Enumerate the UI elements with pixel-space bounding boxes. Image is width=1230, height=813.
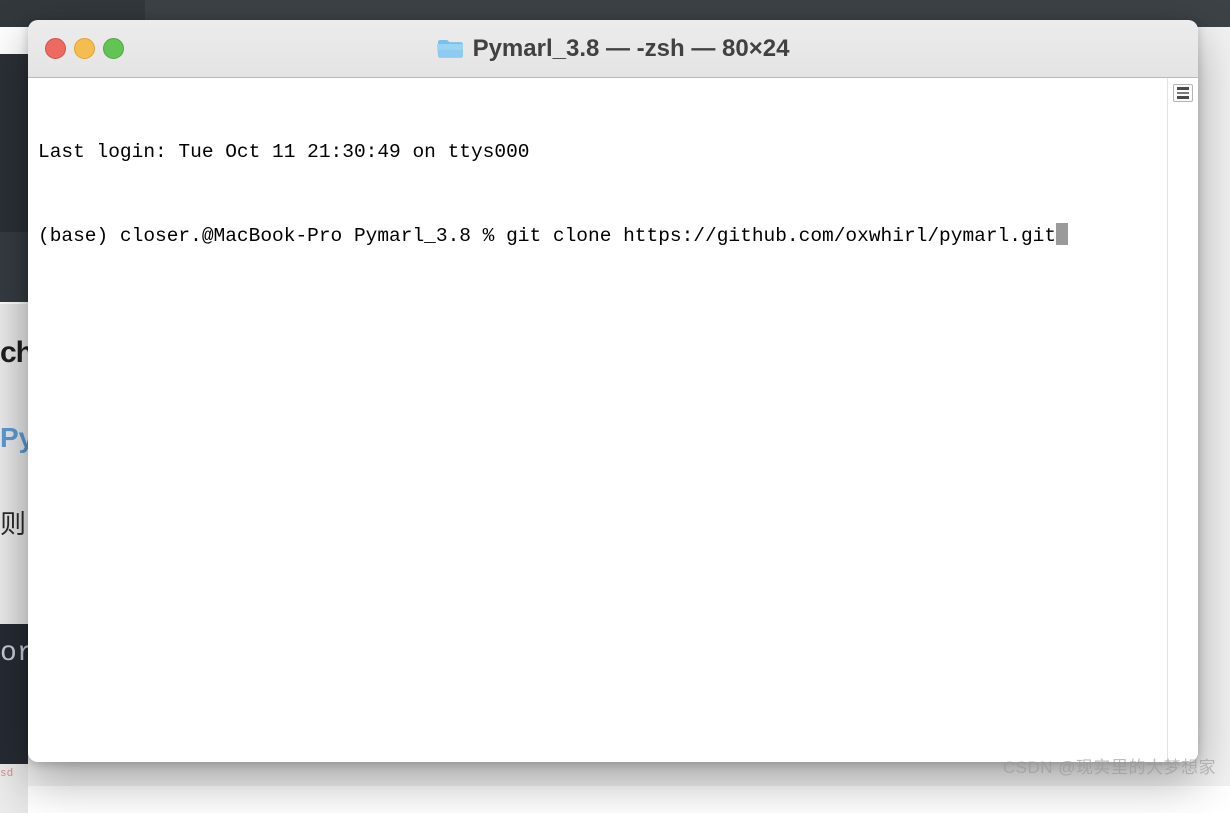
minimize-button[interactable]: [74, 38, 95, 59]
window-title: Pymarl_3.8 — -zsh — 80×24: [473, 35, 790, 63]
terminal-command-text: (base) closer.@MacBook-Pro Pymarl_3.8 % …: [38, 225, 1056, 247]
background-link-fragment[interactable]: Py: [0, 422, 28, 454]
background-left-rail: [0, 27, 28, 786]
scroll-position-marker-icon[interactable]: [1173, 84, 1193, 102]
terminal-text: Last login: Tue Oct 11 21:30:49 on ttys0…: [38, 82, 1164, 306]
scroll-marker-line-top: [1177, 87, 1189, 90]
terminal-line-command-prompt: (base) closer.@MacBook-Pro Pymarl_3.8 % …: [38, 222, 1164, 250]
background-code-text-fragment: or: [0, 638, 28, 669]
terminal-line-last-login: Last login: Tue Oct 11 21:30:49 on ttys0…: [38, 138, 1164, 166]
background-chinese-text-fragment: 则: [0, 504, 28, 541]
maximize-button[interactable]: [103, 38, 124, 59]
window-titlebar[interactable]: Pymarl_3.8 — -zsh — 80×24: [28, 20, 1198, 78]
folder-icon: [437, 38, 463, 59]
window-controls: [45, 38, 124, 59]
close-button[interactable]: [45, 38, 66, 59]
block-cursor: [1056, 223, 1068, 245]
scroll-marker-line-middle: [1177, 92, 1189, 94]
background-small-red-text-fragment: sd: [0, 768, 28, 780]
background-heading-fragment: ch: [0, 336, 28, 370]
watermark: CSDN @现实里的大梦想家: [1003, 753, 1216, 778]
terminal-window[interactable]: Pymarl_3.8 — -zsh — 80×24 Last login: Tu…: [28, 20, 1198, 762]
terminal-output-area[interactable]: Last login: Tue Oct 11 21:30:49 on ttys0…: [28, 78, 1198, 762]
background-code-block-upper-alt: [0, 232, 28, 302]
terminal-scrollbar[interactable]: [1167, 78, 1198, 762]
window-title-group: Pymarl_3.8 — -zsh — 80×24: [28, 20, 1198, 77]
scroll-marker-line-bottom: [1177, 96, 1189, 99]
background-code-block-upper: [0, 54, 28, 232]
